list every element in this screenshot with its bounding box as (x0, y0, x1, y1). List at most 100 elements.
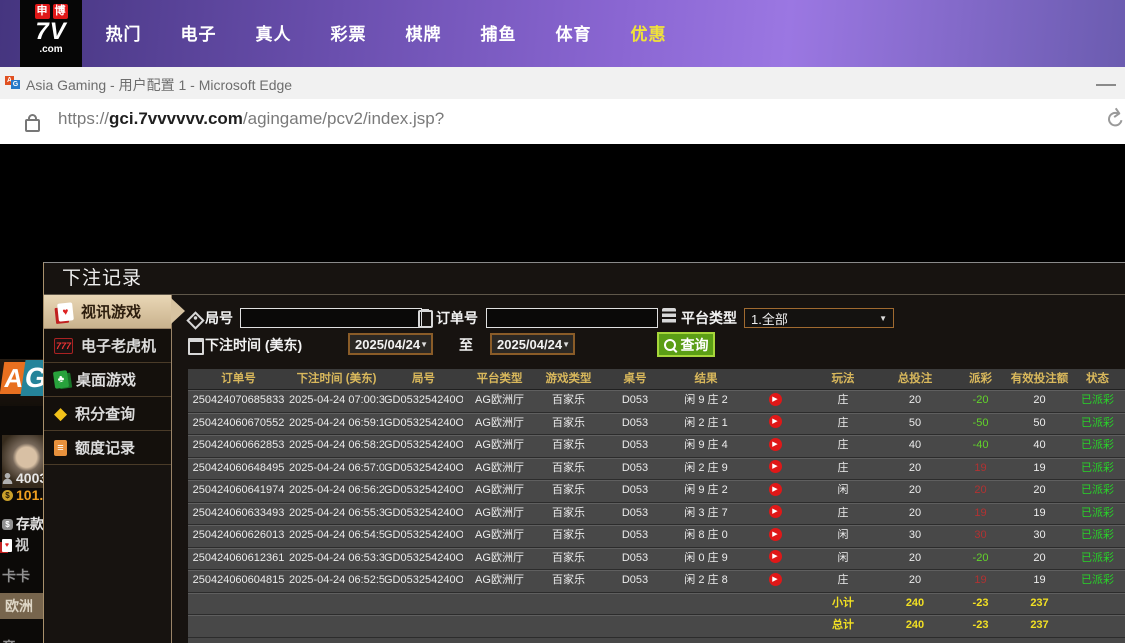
moneybag-icon: $ (2, 489, 13, 501)
totals-cell-playtype: 小计 (832, 596, 854, 609)
table-filler (188, 637, 1125, 643)
browser-url-bar[interactable]: https://gci.7vvvvvv.com/agingame/pcv2/in… (0, 99, 1125, 147)
cell-platform: AG欧洲厅 (475, 551, 524, 564)
totals-cell-game (536, 593, 601, 615)
cell-playtype: 庄 (837, 394, 849, 406)
sidebar-item-积分查询[interactable]: ◆ 积分查询 (44, 397, 171, 431)
date-to-select[interactable]: 2025/04/24 ▼ (490, 333, 575, 355)
table-row: 250424060626013 2025-04-24 06:54:54 GD0532… (188, 525, 1125, 548)
cell-valid_bet: 20 (1033, 551, 1046, 564)
play-video-icon[interactable]: ▶ (768, 482, 782, 496)
nav-item-体育[interactable]: 体育 (550, 20, 597, 45)
play-video-icon[interactable]: ▶ (768, 572, 782, 586)
platform-type-select[interactable]: 1.全部 ▼ (744, 308, 894, 328)
logo-sub-text: .com (39, 44, 63, 55)
col-header-有效投注额: 有效投注额 (1010, 373, 1069, 385)
cell-order: 250424060670552 (192, 416, 285, 429)
play-video-icon[interactable]: ▶ (768, 437, 782, 451)
sidebar-item-额度记录[interactable]: ≡ 额度记录 (44, 431, 171, 465)
cell-playtype: 庄 (837, 574, 849, 586)
table-row: 250424060633493 2025-04-24 06:55:33 GD0532… (188, 502, 1125, 525)
totals-cell-table_no (601, 615, 669, 637)
nav-item-棋牌[interactable]: 棋牌 (400, 20, 447, 45)
cell-table_no: D053 (621, 529, 649, 541)
cell-result: 闲 9 庄 4 (684, 439, 728, 451)
query-button[interactable]: 查询 (657, 332, 715, 357)
clipboard-icon (418, 309, 433, 328)
cell-total_bet: 20 (908, 574, 922, 586)
window-title: Asia Gaming - 用户配置 1 - Microsoft Edge (26, 77, 293, 93)
cell-round: GD053254240OS (384, 394, 463, 406)
play-video-icon[interactable]: ▶ (768, 460, 782, 474)
totals-cell-valid_bet: 237 (1030, 596, 1049, 609)
lock-icon[interactable] (25, 114, 40, 132)
cell-status: 已派彩 (1081, 461, 1114, 474)
bet-time-label: 下注时间 (美东) (205, 337, 303, 353)
cell-table_no: D053 (621, 416, 649, 429)
date-from-select[interactable]: 2025/04/24 ▼ (348, 333, 433, 355)
site-nav-menu: 热门 电子 真人 彩票 棋牌 捕鱼 体育 优惠 (100, 20, 672, 45)
col-header-下注时间 (美东): 下注时间 (美东) (296, 373, 377, 385)
cell-time: 2025-04-24 06:58:27 (289, 439, 384, 451)
selected-arrow-icon (171, 298, 185, 324)
cell-valid_bet: 30 (1033, 529, 1046, 541)
nav-item-优惠[interactable]: 优惠 (625, 20, 672, 45)
cell-valid_bet: 20 (1033, 484, 1046, 496)
order-number-input[interactable] (486, 308, 658, 328)
table-row: 250424060662853 2025-04-24 06:58:27 GD0532… (188, 435, 1125, 458)
table-row: 250424060612361 2025-04-24 06:53:37 GD0532… (188, 547, 1125, 570)
cell-result: 闲 0 庄 9 (684, 551, 728, 564)
url-text[interactable]: https://gci.7vvvvvv.com/agingame/pcv2/in… (58, 109, 444, 129)
totals-cell-result (669, 615, 743, 637)
play-video-icon[interactable]: ▶ (768, 550, 782, 564)
play-video-icon[interactable]: ▶ (768, 415, 782, 429)
slot-777-icon: 777 (54, 337, 74, 354)
cell-order: 250424060662853 (192, 439, 285, 451)
play-video-icon[interactable]: ▶ (768, 527, 782, 541)
totals-cell-round (384, 615, 463, 637)
cell-order: 250424070685833 (192, 394, 285, 406)
play-video-icon[interactable]: ▶ (768, 392, 782, 406)
site-logo[interactable]: 申 博 7V .com (20, 0, 82, 67)
table-row: 250424060604815 2025-04-24 06:52:51 GD0532… (188, 570, 1125, 593)
cell-game: 百家乐 (552, 484, 585, 496)
bg-fragment-text: 竞 (2, 637, 16, 643)
sidebar-item-视讯游戏[interactable]: ♥ 视讯游戏 (44, 295, 185, 329)
play-video-icon[interactable]: ▶ (768, 505, 782, 519)
nav-item-捕鱼[interactable]: 捕鱼 (475, 20, 522, 45)
cell-total_bet: 20 (908, 551, 922, 564)
cell-order: 250424060604815 (192, 574, 285, 586)
col-header-play (743, 369, 807, 389)
cell-time: 2025-04-24 06:59:11 (289, 416, 384, 429)
favicon-g: G (11, 80, 20, 89)
sidebar-item-电子老虎机[interactable]: 777 电子老虎机 (44, 329, 171, 363)
cell-playtype: 庄 (837, 416, 849, 429)
refresh-icon[interactable]: ↻ (1096, 103, 1125, 136)
bet-records-table: 订单号 下注时间 (美东) 局号 平台类型 游戏类型 桌号 结果 玩法 总投注 派彩 有效投注额 状态… (188, 369, 1125, 643)
cell-play: ▶ (743, 548, 807, 570)
cell-round: GD053254240OQ (384, 416, 463, 429)
col-header-结果: 结果 (694, 373, 718, 385)
totals-cell-platform (463, 615, 536, 637)
nav-item-热门[interactable]: 热门 (100, 20, 147, 45)
tag-icon (186, 311, 205, 330)
cards-icon: ♥ (2, 538, 12, 552)
nav-item-电子[interactable]: 电子 (175, 20, 222, 45)
cell-valid_bet: 50 (1033, 416, 1046, 429)
logo-tile-left: 申 (34, 4, 50, 19)
cell-round: GD053254240OL (384, 506, 463, 519)
round-number-input[interactable] (240, 308, 422, 328)
cell-platform: AG欧洲厅 (475, 394, 524, 406)
cell-play: ▶ (743, 435, 807, 457)
cell-platform: AG欧洲厅 (475, 506, 524, 519)
cell-round: GD053254240OK (384, 529, 463, 541)
cell-platform: AG欧洲厅 (475, 439, 524, 451)
nav-item-彩票[interactable]: 彩票 (325, 20, 372, 45)
date-to-value: 2025/04/24 (497, 336, 563, 352)
col-header-派彩: 派彩 (969, 373, 992, 385)
totals-cell-payout: -23 (972, 596, 989, 609)
minimize-button[interactable] (1096, 84, 1116, 86)
cell-round: GD053254240OH (384, 574, 463, 586)
nav-item-真人[interactable]: 真人 (250, 20, 297, 45)
sidebar-item-桌面游戏[interactable]: ♣ 桌面游戏 (44, 363, 171, 397)
